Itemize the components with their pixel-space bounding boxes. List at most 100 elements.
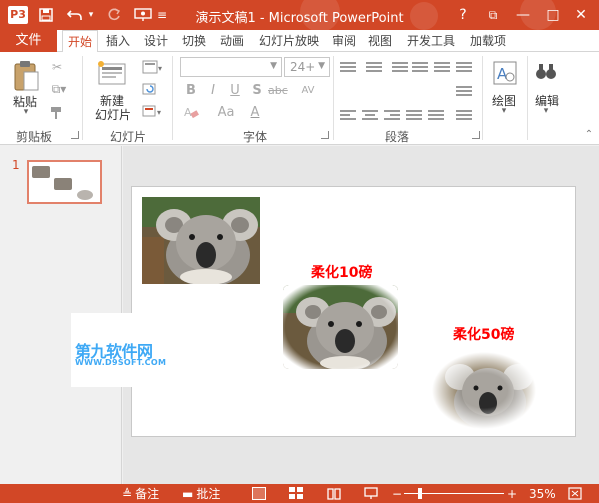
zoom-out-button[interactable]: − bbox=[392, 486, 402, 501]
clipboard-launcher-icon[interactable] bbox=[71, 131, 79, 139]
normal-view-icon[interactable] bbox=[252, 487, 266, 500]
drawing-icon[interactable]: A bbox=[490, 58, 520, 88]
copy-icon[interactable]: ⧉▾ bbox=[48, 80, 70, 98]
group-separator bbox=[527, 56, 528, 140]
tab-addins[interactable]: 加载项 bbox=[466, 30, 510, 52]
underline-button[interactable]: U bbox=[226, 82, 244, 100]
comment-icon: ▬ bbox=[182, 486, 194, 501]
svg-text:A: A bbox=[184, 106, 192, 119]
ribbon-display-button[interactable]: ⧉ bbox=[481, 4, 505, 26]
maximize-button[interactable]: □ bbox=[541, 4, 565, 26]
section-icon[interactable]: ▾ bbox=[140, 102, 164, 120]
binoculars-icon[interactable] bbox=[533, 58, 559, 84]
chevron-down-icon[interactable]: ▾ bbox=[538, 106, 554, 116]
distributed-icon[interactable] bbox=[428, 108, 444, 122]
ribbon-tabs: 文件 开始 插入 设计 切换 动画 幻灯片放映 审阅 视图 开发工具 加载项 bbox=[0, 30, 599, 53]
minimize-button[interactable]: — bbox=[511, 4, 535, 26]
softness-label-10[interactable]: 柔化10磅 bbox=[311, 262, 372, 282]
text-direction-icon[interactable] bbox=[456, 84, 472, 98]
tab-review[interactable]: 审阅 bbox=[328, 30, 360, 52]
reading-view-icon[interactable] bbox=[327, 487, 341, 500]
character-spacing-button[interactable]: AV bbox=[296, 82, 320, 100]
tab-slideshow[interactable]: 幻灯片放映 bbox=[254, 30, 324, 52]
format-painter-icon[interactable] bbox=[48, 104, 66, 122]
svg-text:▾: ▾ bbox=[158, 64, 162, 73]
reset-icon[interactable] bbox=[140, 80, 160, 98]
notes-icon: ≜ bbox=[122, 486, 133, 501]
decrease-indent-icon[interactable] bbox=[392, 60, 408, 74]
new-slide-icon[interactable] bbox=[96, 58, 128, 90]
comments-label: 批注 bbox=[196, 487, 221, 501]
group-label-paragraph: 段落 bbox=[384, 130, 409, 144]
svg-text:A: A bbox=[497, 65, 508, 83]
koala-image-original[interactable] bbox=[142, 197, 260, 284]
justify-icon[interactable] bbox=[406, 108, 422, 122]
zoom-percent[interactable]: 35% bbox=[529, 486, 556, 501]
bullets-icon[interactable] bbox=[340, 60, 356, 74]
smartart-icon[interactable] bbox=[456, 108, 472, 122]
tab-animations[interactable]: 动画 bbox=[216, 30, 248, 52]
slide-number: 1 bbox=[12, 158, 20, 172]
font-family-select[interactable]: ▼ bbox=[180, 57, 282, 77]
notes-button[interactable]: ≜ 备注 bbox=[122, 486, 160, 502]
increase-indent-icon[interactable] bbox=[412, 60, 428, 74]
paste-icon[interactable] bbox=[10, 58, 42, 94]
tab-view[interactable]: 视图 bbox=[364, 30, 396, 52]
koala-image-soft-50[interactable] bbox=[432, 352, 536, 429]
collapse-ribbon-icon[interactable]: ⌃ bbox=[583, 128, 595, 140]
tab-file[interactable]: 文件 bbox=[0, 30, 57, 52]
layout-icon[interactable]: ▾ bbox=[140, 58, 164, 76]
status-bar: ≜ 备注 ▬ 批注 − + 35% bbox=[0, 484, 599, 503]
new-slide-button[interactable]: 幻灯片 bbox=[86, 106, 140, 123]
font-size-value: 24+ bbox=[290, 60, 316, 74]
zoom-in-button[interactable]: + bbox=[507, 486, 517, 501]
font-color-button[interactable]: A bbox=[246, 104, 264, 122]
font-size-select[interactable]: 24+ ▼ bbox=[284, 57, 330, 77]
thumbnail-koala bbox=[32, 166, 50, 178]
slide-thumbnail[interactable] bbox=[27, 160, 102, 204]
group-label-slides: 幻灯片 bbox=[109, 130, 146, 144]
numbering-icon[interactable] bbox=[366, 60, 382, 74]
chevron-down-icon[interactable]: ▾ bbox=[496, 106, 512, 116]
slideshow-icon[interactable] bbox=[364, 487, 378, 500]
group-label-clipboard: 剪贴板 bbox=[15, 130, 52, 144]
group-separator bbox=[482, 56, 483, 140]
slide-sorter-icon[interactable] bbox=[289, 487, 303, 500]
zoom-slider-handle[interactable] bbox=[418, 488, 422, 499]
watermark-url: WWW.D9SOFT.COM bbox=[75, 358, 167, 367]
change-case-button[interactable]: Aa bbox=[212, 104, 240, 122]
tab-insert[interactable]: 插入 bbox=[102, 30, 134, 52]
align-right-icon[interactable] bbox=[384, 108, 400, 122]
thumbnail-koala bbox=[77, 190, 93, 200]
paragraph-launcher-icon[interactable] bbox=[472, 131, 480, 139]
help-button[interactable]: ? bbox=[451, 4, 475, 26]
shadow-button[interactable]: S bbox=[248, 82, 266, 100]
window-title: 演示文稿1 - Microsoft PowerPoint bbox=[195, 11, 404, 26]
cut-icon[interactable]: ✂ bbox=[48, 58, 66, 76]
tab-home[interactable]: 开始 bbox=[62, 30, 98, 53]
bold-button[interactable]: B bbox=[182, 82, 200, 100]
strikethrough-button[interactable]: abc bbox=[268, 82, 288, 100]
group-separator bbox=[82, 56, 83, 140]
koala-image-soft-10[interactable] bbox=[283, 285, 398, 369]
group-separator bbox=[333, 56, 334, 140]
font-launcher-icon[interactable] bbox=[321, 131, 329, 139]
close-button[interactable]: ✕ bbox=[569, 4, 593, 26]
paste-dropdown-icon[interactable]: ▾ bbox=[16, 107, 36, 117]
fit-to-window-icon[interactable] bbox=[568, 487, 582, 500]
align-center-icon[interactable] bbox=[362, 108, 378, 122]
notes-label: 备注 bbox=[135, 487, 160, 501]
italic-button[interactable]: I bbox=[204, 82, 222, 100]
align-left-icon[interactable] bbox=[340, 108, 356, 122]
tab-design[interactable]: 设计 bbox=[140, 30, 172, 52]
site-watermark: 第九软件网 WWW.D9SOFT.COM bbox=[71, 313, 175, 387]
softness-label-50[interactable]: 柔化50磅 bbox=[453, 324, 514, 344]
clear-format-icon[interactable]: A bbox=[182, 104, 200, 122]
thumbnail-koala bbox=[54, 178, 72, 190]
group-label-font: 字体 bbox=[242, 130, 267, 144]
tab-transitions[interactable]: 切换 bbox=[178, 30, 210, 52]
comments-button[interactable]: ▬ 批注 bbox=[182, 486, 221, 502]
columns-icon[interactable] bbox=[456, 60, 472, 74]
line-spacing-icon[interactable] bbox=[434, 60, 450, 74]
tab-developer[interactable]: 开发工具 bbox=[402, 30, 460, 52]
